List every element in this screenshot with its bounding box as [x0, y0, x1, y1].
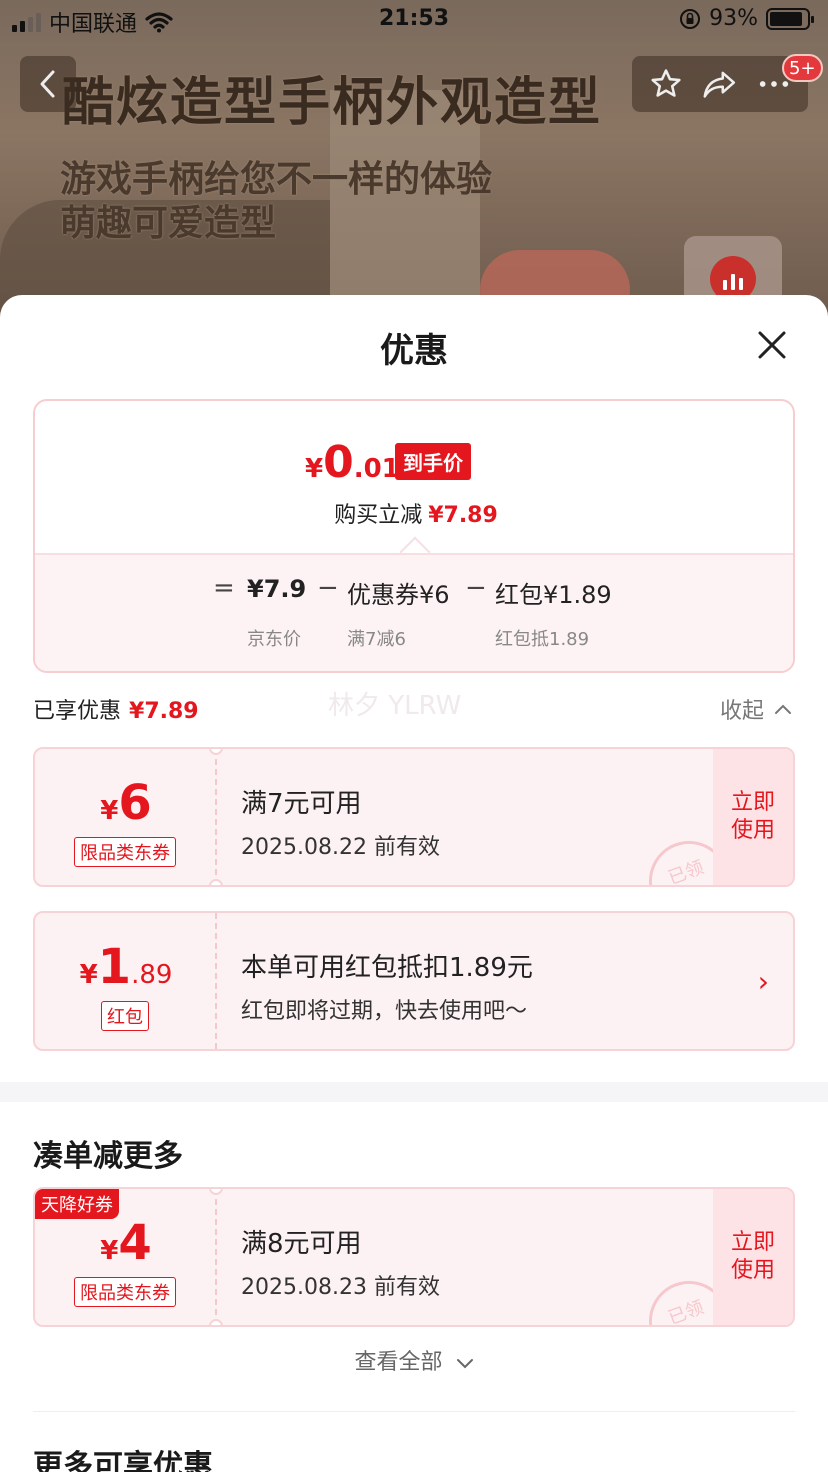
- instant-discount-value: ¥7.89: [428, 503, 498, 528]
- star-icon[interactable]: [649, 67, 683, 101]
- redpacket-chip: 红包: [101, 1001, 149, 1031]
- watermark: 林夕 YLRW: [328, 691, 462, 721]
- jd-price-label: 京东价: [247, 629, 301, 650]
- final-price-area: ¥ 0 .01 到手价 购买立减 ¥7.89: [35, 401, 793, 553]
- redpacket-deduction: 红包¥1.89: [495, 581, 612, 609]
- use-now-button[interactable]: 立即 使用: [713, 1189, 793, 1325]
- equals-sign: =: [213, 573, 235, 603]
- redpacket-description: 本单可用红包抵扣1.89元: [241, 953, 533, 983]
- coupon-expiry: 2025.08.22 前有效: [241, 835, 440, 860]
- close-icon[interactable]: [752, 325, 792, 365]
- final-price-integer: 0: [323, 437, 354, 488]
- jd-price: ¥7.9: [247, 575, 307, 603]
- discount-sheet: 优惠 ¥ 0 .01 到手价 购买立减 ¥7.89 = ¥7.9 京东价 − 优惠…: [0, 295, 828, 1472]
- sheet-title: 优惠: [380, 331, 448, 371]
- redpacket-amount: ¥1.89: [35, 939, 217, 995]
- collapse-label: 收起: [720, 699, 765, 724]
- coupon-condition: 满8元可用: [241, 1229, 362, 1259]
- final-price-tag: 到手价: [395, 443, 471, 480]
- final-price-currency: ¥: [305, 454, 324, 484]
- chevron-left-icon: [40, 70, 55, 98]
- use-now-label: 立即: [730, 1230, 775, 1255]
- section-title-more-savings: 凑单减更多: [33, 1139, 183, 1174]
- price-formula: = ¥7.9 京东价 − 优惠券¥6 满7减6 − 红包¥1.89 红包抵1.8…: [35, 553, 793, 671]
- redpacket-hint: 红包即将过期，快去使用吧～: [241, 999, 528, 1024]
- coupon-deduction-label: 满7减6: [347, 629, 406, 650]
- use-now-button[interactable]: 立即 使用: [713, 749, 793, 885]
- redpacket-deduction-label: 红包抵1.89: [495, 629, 590, 650]
- notification-badge: 5+: [782, 54, 823, 82]
- back-button[interactable]: [20, 56, 76, 112]
- use-now-label: 立即: [730, 790, 775, 815]
- final-price: ¥ 0 .01: [305, 437, 400, 488]
- instant-discount-label: 购买立减: [334, 503, 423, 528]
- enjoyed-value: ¥7.89: [129, 699, 199, 724]
- instant-discount: 购买立减 ¥7.89: [35, 497, 793, 529]
- collapse-toggle[interactable]: 收起: [720, 693, 792, 725]
- coupon-card[interactable]: ¥4 限品类东券 天降好券 满8元可用 2025.08.23 前有效 已领 立即…: [33, 1187, 795, 1327]
- redpacket-card[interactable]: ¥1.89 红包 本单可用红包抵扣1.89元 红包即将过期，快去使用吧～ ›: [33, 911, 795, 1051]
- coupon-integer: 6: [118, 775, 152, 831]
- banner-subtitle: 游戏手柄给您不一样的体验 萌趣可爱造型: [60, 158, 492, 246]
- battery-icon: [766, 7, 814, 30]
- redpacket-integer: 1: [97, 939, 132, 995]
- coupon-condition: 满7元可用: [241, 789, 362, 819]
- final-price-decimal: .01: [353, 454, 400, 484]
- redpacket-decimal: .89: [131, 960, 173, 990]
- coupon-value-area: ¥6 限品类东券: [35, 749, 217, 885]
- coupon-currency: ¥: [100, 796, 119, 826]
- minus-sign: −: [465, 573, 487, 603]
- sky-coupon-tag: 天降好券: [35, 1189, 119, 1219]
- coupon-type-chip: 限品类东券: [74, 837, 176, 867]
- use-now-label: 使用: [730, 1258, 775, 1283]
- coupon-currency: ¥: [100, 1236, 119, 1266]
- coupon-deduction: 优惠券¥6: [347, 581, 450, 609]
- coupon-card[interactable]: ¥6 限品类东券 满7元可用 2025.08.22 前有效 已领 立即 使用: [33, 747, 795, 887]
- view-all-button[interactable]: 查看全部: [0, 1344, 828, 1376]
- ticket-notch: [209, 749, 223, 755]
- use-now-label: 使用: [730, 818, 775, 843]
- chevron-down-icon: [456, 1359, 473, 1369]
- ticket-notch: [209, 1319, 223, 1325]
- status-right: 93%: [679, 6, 814, 31]
- banner-subtitle-line: 萌趣可爱造型: [60, 203, 277, 244]
- status-bar: 中国联通 21:53 93%: [0, 0, 828, 42]
- share-icon[interactable]: [702, 67, 738, 101]
- banner-headline: 酷炫造型手柄外观造型: [62, 73, 603, 133]
- enjoyed-label: 已享优惠: [33, 699, 122, 724]
- section-title-more-offers: 更多可享优惠: [33, 1449, 213, 1472]
- coupon-type-chip: 限品类东券: [74, 1277, 176, 1307]
- minus-sign: −: [317, 573, 339, 603]
- coupon-amount: ¥4: [35, 1215, 217, 1271]
- ticket-notch: [209, 1189, 223, 1195]
- coupon-expiry: 2025.08.23 前有效: [241, 1275, 440, 1300]
- price-summary-card: ¥ 0 .01 到手价 购买立减 ¥7.89 = ¥7.9 京东价 − 优惠券¥6…: [33, 399, 795, 673]
- coupon-integer: 4: [118, 1215, 152, 1271]
- redpacket-value-area: ¥1.89 红包: [35, 913, 217, 1049]
- rotation-lock-icon: [680, 8, 701, 29]
- view-all-label: 查看全部: [354, 1350, 443, 1375]
- section-divider: [0, 1082, 828, 1102]
- ticket-notch: [209, 879, 223, 885]
- divider-line: [33, 1411, 795, 1412]
- battery-percent: 93%: [709, 6, 758, 31]
- coupon-amount: ¥6: [35, 775, 217, 831]
- chevron-right-icon[interactable]: ›: [758, 965, 769, 998]
- banner-subtitle-line: 游戏手柄给您不一样的体验: [60, 159, 493, 200]
- chevron-up-icon: [775, 704, 792, 714]
- redpacket-currency: ¥: [79, 960, 98, 990]
- enjoyed-discount: 已享优惠 ¥7.89: [33, 693, 199, 725]
